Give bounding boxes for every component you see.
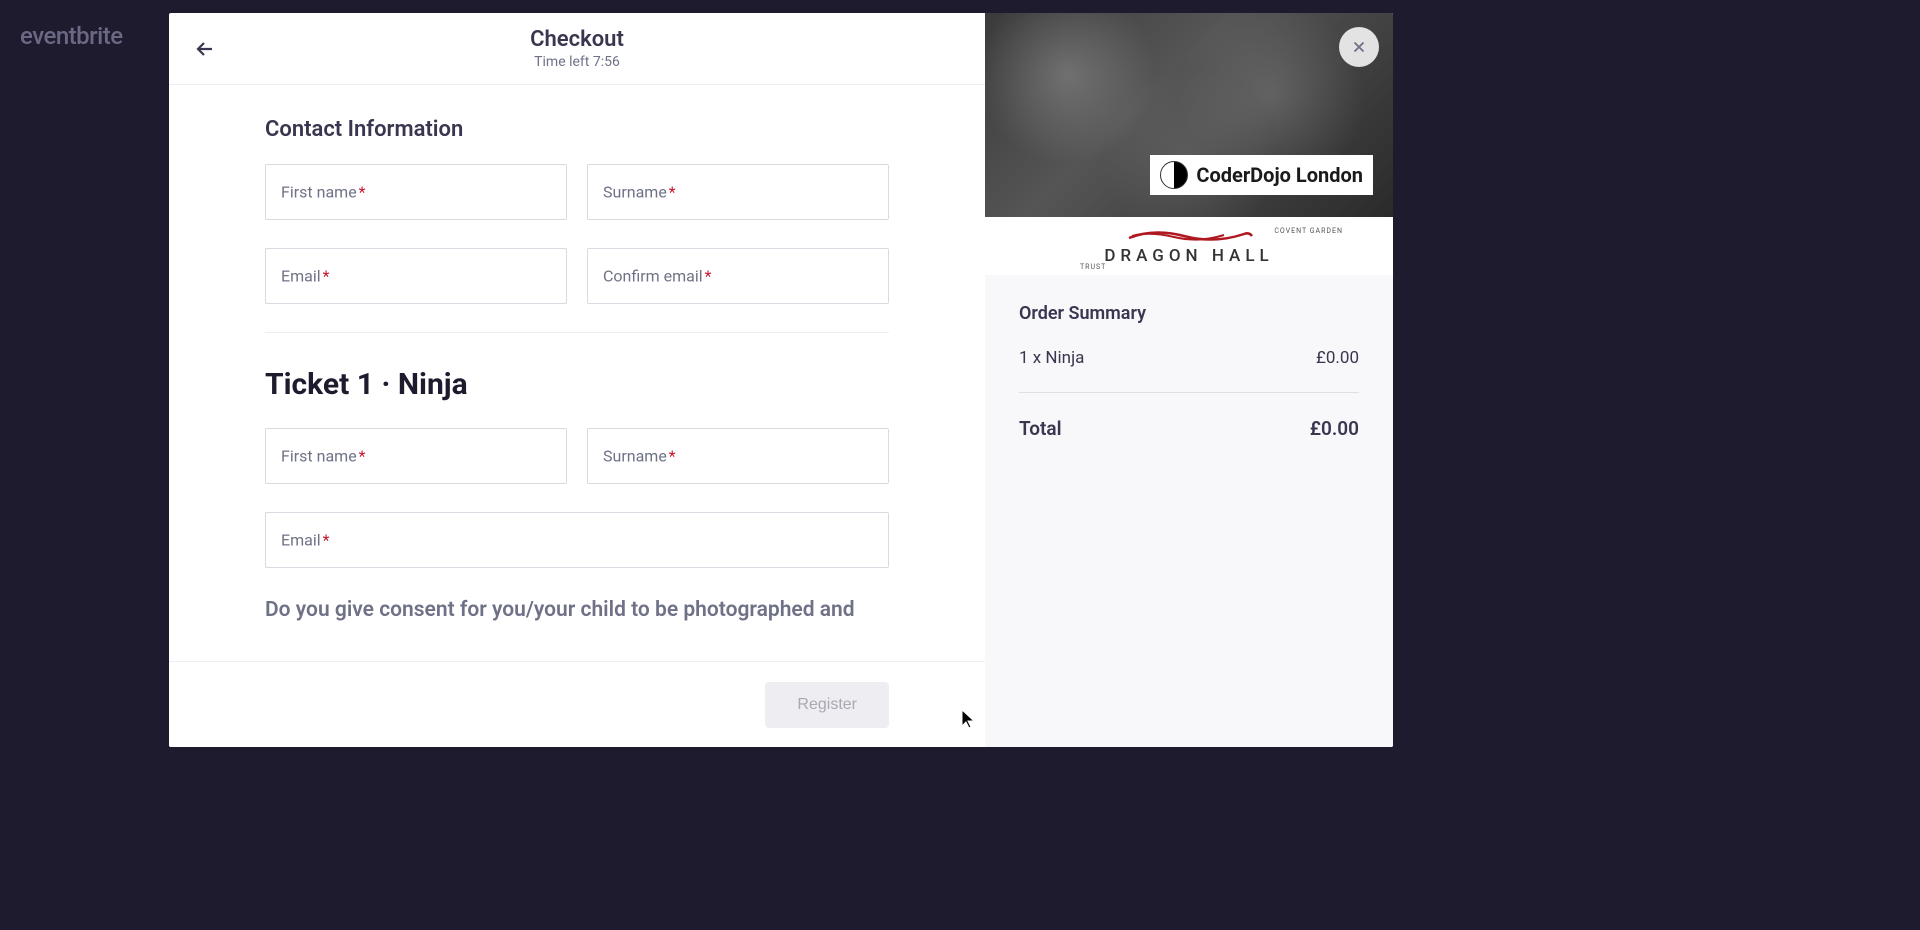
form-content: Contact Information First name* Surname*… bbox=[169, 85, 985, 661]
item-label: 1 x Ninja bbox=[1019, 348, 1084, 368]
total-label: Total bbox=[1019, 417, 1062, 440]
contact-email-input[interactable] bbox=[266, 249, 566, 303]
contact-first-name-input[interactable] bbox=[266, 165, 566, 219]
ticket-section-title: Ticket 1 · Ninja bbox=[265, 367, 889, 402]
ticket-surname-field[interactable]: Surname* bbox=[587, 428, 889, 484]
contact-email-field[interactable]: Email* bbox=[265, 248, 567, 304]
section-divider bbox=[265, 332, 889, 333]
page-title: Checkout bbox=[530, 27, 624, 52]
event-brand-overlay: CoderDojo London bbox=[1150, 155, 1373, 195]
ticket-first-name-input[interactable] bbox=[266, 429, 566, 483]
item-price: £0.00 bbox=[1316, 348, 1359, 368]
form-footer: Register bbox=[169, 661, 985, 747]
summary-title: Order Summary bbox=[1019, 303, 1359, 324]
ticket-surname-input[interactable] bbox=[588, 429, 888, 483]
order-summary-panel: CoderDojo London COVENT GARDEN DRAGON HA… bbox=[985, 13, 1393, 747]
consent-question: Do you give consent for you/your child t… bbox=[265, 596, 889, 625]
event-brand-text: CoderDojo London bbox=[1196, 163, 1363, 187]
checkout-form-panel: Checkout Time left 7:56 Contact Informat… bbox=[169, 13, 985, 747]
venue-logo: COVENT GARDEN DRAGON HALL TRUST bbox=[985, 217, 1393, 275]
total-price: £0.00 bbox=[1310, 417, 1359, 440]
checkout-modal: Checkout Time left 7:56 Contact Informat… bbox=[169, 13, 1393, 747]
ticket-email-field[interactable]: Email* bbox=[265, 512, 889, 568]
register-button[interactable]: Register bbox=[765, 682, 889, 728]
back-button[interactable] bbox=[187, 31, 223, 67]
timer-text: Time left 7:56 bbox=[530, 54, 624, 70]
event-banner-image: CoderDojo London bbox=[985, 13, 1393, 217]
venue-trust: TRUST bbox=[1080, 263, 1106, 271]
summary-total-row: Total £0.00 bbox=[1019, 392, 1359, 440]
close-icon bbox=[1350, 38, 1368, 56]
venue-subtitle: COVENT GARDEN bbox=[1274, 227, 1343, 235]
modal-header: Checkout Time left 7:56 bbox=[169, 13, 985, 85]
contact-section-title: Contact Information bbox=[265, 117, 889, 142]
venue-name: DRAGON HALL bbox=[1104, 246, 1273, 266]
close-button[interactable] bbox=[1339, 27, 1379, 67]
ticket-email-input[interactable] bbox=[266, 513, 888, 567]
yin-yang-icon bbox=[1160, 161, 1188, 189]
contact-surname-input[interactable] bbox=[588, 165, 888, 219]
arrow-left-icon bbox=[193, 37, 217, 61]
contact-surname-field[interactable]: Surname* bbox=[587, 164, 889, 220]
contact-confirm-email-input[interactable] bbox=[588, 249, 888, 303]
ticket-first-name-field[interactable]: First name* bbox=[265, 428, 567, 484]
dragon-icon bbox=[1124, 226, 1254, 244]
contact-confirm-email-field[interactable]: Confirm email* bbox=[587, 248, 889, 304]
summary-line-item: 1 x Ninja £0.00 bbox=[1019, 348, 1359, 368]
contact-first-name-field[interactable]: First name* bbox=[265, 164, 567, 220]
backdrop-brand-logo: eventbrite bbox=[20, 22, 123, 50]
order-summary: Order Summary 1 x Ninja £0.00 Total £0.0… bbox=[985, 275, 1393, 468]
